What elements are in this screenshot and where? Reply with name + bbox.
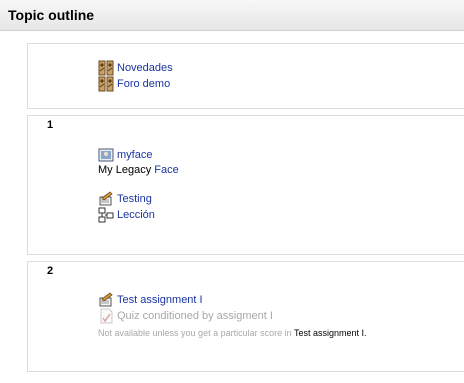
resource-image-icon [98,148,114,162]
activity-quiz-conditioned: Quiz conditioned by assigment I [98,308,273,324]
label-link-face[interactable]: Face [154,164,178,176]
activity-link-myface[interactable]: myface [117,149,152,161]
availability-suffix: . [363,328,367,338]
activity-link-test-assignment-i[interactable]: Test assignment I [117,294,203,306]
activity-resource-myface[interactable]: myface [98,147,152,163]
activity-assignment-testing[interactable]: Testing [98,191,152,207]
activity-lesson-leccion[interactable]: Lección [98,207,155,223]
activity-forum-novedades[interactable]: Novedades [98,60,173,76]
page-header: Topic outline [0,0,464,31]
course-section-0: Novedades Foro demo [27,43,464,109]
lesson-icon [98,207,114,223]
activity-forum-foro-demo[interactable]: Foro demo [98,76,170,92]
activity-link-foro-demo[interactable]: Foro demo [117,78,170,90]
assignment-icon [99,191,113,206]
label-my-legacy-face: My Legacy Face [98,164,179,176]
activity-link-novedades[interactable]: Novedades [117,62,173,74]
forum-icon [98,76,114,92]
activity-link-testing[interactable]: Testing [117,193,152,205]
course-section-1: 1 myface My Legacy Face Testing Lección [27,115,464,255]
activity-label-quiz: Quiz conditioned by assigment I [117,310,273,322]
section-number: 2 [47,265,54,277]
forum-icon [98,60,114,76]
assignment-icon [99,292,113,307]
activity-link-leccion[interactable]: Lección [117,209,155,221]
activity-assignment-test-assignment-i[interactable]: Test assignment I [98,292,203,308]
quiz-icon [100,308,113,324]
section-number: 1 [47,119,54,131]
availability-ref: Test assignment I [293,328,364,338]
page-title: Topic outline [8,7,95,23]
label-text: My Legacy [98,164,155,176]
availability-info: Not available unless you get a particula… [98,328,367,338]
course-section-2: 2 Test assignment I Quiz conditioned by … [27,261,464,372]
availability-text: Not available unless you get a particula… [98,328,294,338]
